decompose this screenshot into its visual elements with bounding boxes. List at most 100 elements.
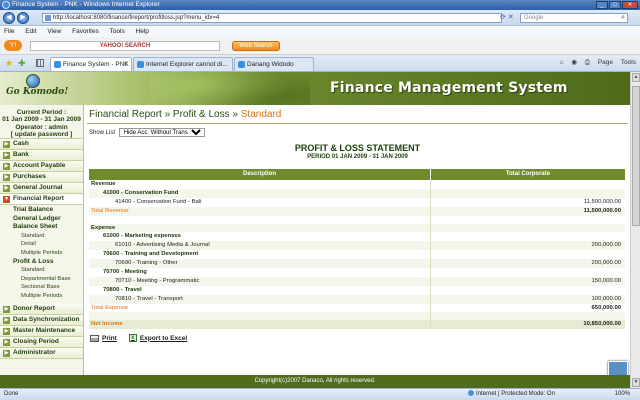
row-description xyxy=(89,312,431,321)
menu-edit[interactable]: Edit xyxy=(25,28,36,35)
refresh-stop-icons[interactable]: ⟳ ✕ xyxy=(500,13,514,21)
table-row-total: Total Revenue 11,500,000.00 xyxy=(89,206,625,216)
menu-tools[interactable]: Tools xyxy=(110,28,125,35)
tab-finance-system[interactable]: Finance System - PNK ✕ xyxy=(50,57,132,71)
menu-favorites[interactable]: Favorites xyxy=(72,28,99,35)
sidebar-sub-pl-departmental[interactable]: Departmental Base xyxy=(0,275,83,284)
sidebar-item-label: Administrator xyxy=(13,348,56,356)
scroll-down-icon[interactable]: ▼ xyxy=(632,378,640,387)
home-icon[interactable]: ⌂ xyxy=(560,59,564,66)
export-excel-button[interactable]: x Export to Excel xyxy=(128,334,187,342)
row-description: 70600 - Training and Development xyxy=(89,250,431,260)
sidebar-item-data-sync[interactable]: ▶ Data Synchronization xyxy=(0,314,83,326)
close-tab-icon[interactable]: ✕ xyxy=(122,58,128,71)
sidebar-item-cash[interactable]: ▶ Cash xyxy=(0,139,83,150)
show-list-label: Show List xyxy=(89,130,116,136)
sidebar-sub-pl-sectional[interactable]: Sectional Base xyxy=(0,283,83,292)
header-decoration xyxy=(150,72,310,105)
show-list-select[interactable]: Hide Acc. Without Transaction xyxy=(118,128,205,137)
table-row-acct: 70810 - Travel - Transport 100,000.00 xyxy=(89,294,625,304)
vertical-scrollbar[interactable]: ▲ ▼ xyxy=(630,72,640,388)
tab-page-icon xyxy=(137,61,144,68)
quick-tabs-icon[interactable] xyxy=(36,59,44,67)
close-icon[interactable]: ✕ xyxy=(622,1,638,9)
financial-report-submenu: Trial Balance General Ledger Balance She… xyxy=(0,205,83,301)
ie-logo-icon xyxy=(2,1,10,9)
search-input[interactable]: Google ⌕ xyxy=(520,13,628,23)
table-row-acct: 70710 - Meeting - Programmatic 150,000.00 xyxy=(89,276,625,286)
sidebar-item-administrator[interactable]: ▶ Administrator xyxy=(0,347,83,359)
row-description xyxy=(89,215,431,224)
print-button[interactable]: Print xyxy=(90,334,117,342)
web-search-button[interactable]: Web Search xyxy=(232,41,280,51)
tools-menu[interactable]: Tools xyxy=(621,59,636,66)
sidebar-item-donor-report[interactable]: ▶ Donor Report xyxy=(0,303,83,315)
sidebar-item-financial-report[interactable]: ▼ Financial Report xyxy=(0,194,83,205)
app-footer: Copyright(c)2007 Danaco, All rights rese… xyxy=(0,375,630,388)
sidebar-sub-bs-multiple[interactable]: Multiple Periods xyxy=(0,249,83,258)
row-amount xyxy=(431,286,625,295)
sidebar-sub-balance-sheet[interactable]: Balance Sheet xyxy=(0,223,83,232)
tab-danang[interactable]: Danang Widodo xyxy=(234,57,314,71)
row-amount xyxy=(431,216,625,224)
command-bar: ⌂ ◉ ⎙ Page Tools xyxy=(554,58,636,68)
tab-label: Danang Widodo xyxy=(247,61,294,68)
menu-file[interactable]: File xyxy=(4,28,14,35)
sidebar-item-general-journal[interactable]: ▶ General Journal xyxy=(0,183,83,194)
sidebar-sub-general-ledger[interactable]: General Ledger xyxy=(0,215,83,224)
sidebar-item-bank[interactable]: ▶ Bank xyxy=(0,150,83,161)
report-actions: Print x Export to Excel xyxy=(90,334,187,342)
forward-icon[interactable]: ▶ xyxy=(17,12,29,24)
period-info: Current Period : 01 Jan 2009 - 31 Jan 20… xyxy=(0,105,83,139)
sidebar-item-master-maintenance[interactable]: ▶ Master Maintenance xyxy=(0,325,83,337)
column-total-corporate: Total Corporate xyxy=(505,171,551,177)
menu-help[interactable]: Help xyxy=(136,28,149,35)
print-toolbar-icon[interactable]: ⎙ xyxy=(585,59,590,66)
update-password-link[interactable]: [ update password ] xyxy=(0,131,83,138)
yahoo-search-input[interactable]: YAHOO! SEARCH xyxy=(30,41,220,51)
arrow-right-icon: ▶ xyxy=(3,174,10,181)
sidebar-sub-trial-balance[interactable]: Trial Balance xyxy=(0,206,83,215)
arrow-right-icon: ▶ xyxy=(3,316,10,324)
feeds-icon[interactable]: ◉ xyxy=(571,59,577,66)
row-amount: 11,500,000.00 xyxy=(583,207,621,214)
breadcrumb-divider xyxy=(87,123,628,124)
sidebar-item-label: Master Maintenance xyxy=(13,326,76,334)
yahoo-search-label: YAHOO! SEARCH xyxy=(99,43,151,49)
maximize-icon[interactable]: □ xyxy=(609,1,621,9)
menu-view[interactable]: View xyxy=(47,28,61,35)
sidebar-item-closing-period[interactable]: ▶ Closing Period xyxy=(0,336,83,348)
sidebar: Current Period : 01 Jan 2009 - 31 Jan 20… xyxy=(0,105,84,381)
scroll-up-icon[interactable]: ▲ xyxy=(632,73,640,82)
favorites-star-icon[interactable]: ★ xyxy=(5,58,13,69)
sidebar-sub-pl-standard[interactable]: Standard xyxy=(0,266,83,275)
add-favorite-icon[interactable]: ✚ xyxy=(18,58,26,69)
sidebar-sub-bs-standard[interactable]: Standard xyxy=(0,232,83,241)
zoom-level[interactable]: 100% xyxy=(615,389,630,400)
back-icon[interactable]: ◀ xyxy=(3,12,15,24)
address-input[interactable]: http://localhost:8080/finance/fireport/p… xyxy=(42,13,502,23)
row-amount: 100,000.00 xyxy=(591,295,621,302)
tab-ie-error[interactable]: Internet Explorer cannot di... xyxy=(133,57,233,71)
yahoo-logo-icon[interactable]: Y! xyxy=(4,40,22,51)
page-menu[interactable]: Page xyxy=(598,59,613,66)
tab-page-icon xyxy=(238,61,245,68)
period-label: Current Period : xyxy=(16,109,67,116)
minimize-icon[interactable]: _ xyxy=(596,1,608,9)
column-description: Description xyxy=(89,169,431,180)
row-amount: 200,000.00 xyxy=(591,242,621,249)
table-row-section: Revenue xyxy=(89,180,625,189)
sidebar-item-purchases[interactable]: ▶ Purchases xyxy=(0,172,83,183)
row-amount xyxy=(431,268,625,277)
sidebar-sub-profit-loss[interactable]: Profit & Loss xyxy=(0,258,83,267)
sidebar-item-account-payable[interactable]: ▶ Account Payable xyxy=(0,161,83,172)
window-controls: _ □ ✕ xyxy=(596,1,638,9)
row-amount xyxy=(431,232,625,241)
scroll-thumb[interactable] xyxy=(632,86,640,226)
sidebar-sub-pl-multiple[interactable]: Multiple Periods xyxy=(0,292,83,301)
app-title: Finance Management System xyxy=(330,80,568,96)
row-amount: 200,000.00 xyxy=(591,260,621,267)
sidebar-sub-bs-detail[interactable]: Detail xyxy=(0,240,83,249)
arrow-right-icon: ▶ xyxy=(3,349,10,357)
search-icon[interactable]: ⌕ xyxy=(621,14,625,22)
